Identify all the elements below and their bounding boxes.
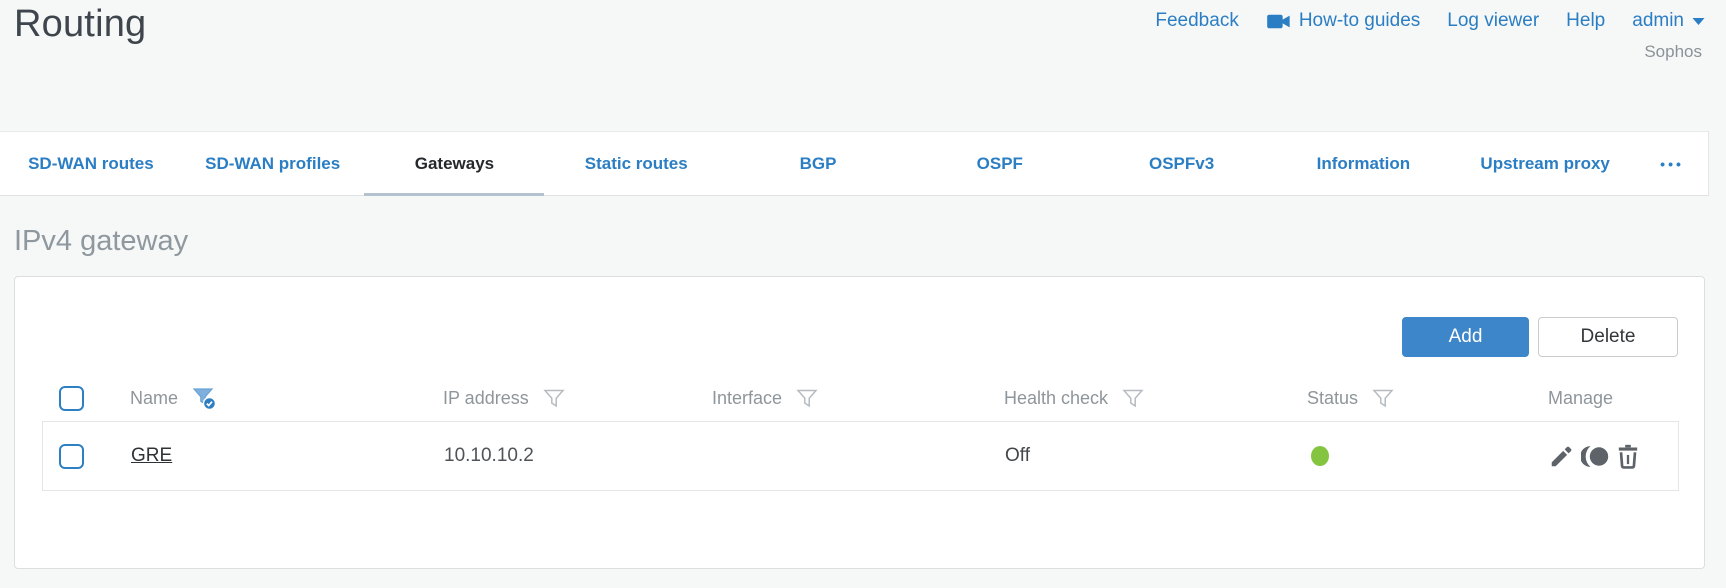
deactivate-icon[interactable] [1581,444,1609,469]
select-all-checkbox[interactable] [59,386,84,411]
tabs-overflow-button[interactable]: ••• [1636,132,1708,195]
manage-cell [1549,444,1678,469]
log-viewer-link[interactable]: Log viewer [1447,10,1539,32]
filter-icon[interactable] [543,389,565,408]
page-title: Routing [14,3,147,45]
delete-button[interactable]: Delete [1538,317,1678,357]
column-header-interface: Interface [712,388,783,408]
tab-ospfv3[interactable]: OSPFv3 [1091,132,1273,195]
table-toolbar: Add Delete [1402,317,1678,357]
tab-ospf[interactable]: OSPF [909,132,1091,195]
feedback-link-label: Feedback [1155,10,1239,31]
filter-active-icon[interactable] [192,387,218,411]
tab-gateways[interactable]: Gateways [364,132,546,195]
add-button[interactable]: Add [1402,317,1529,357]
column-header-status: Status [1307,388,1359,408]
tab-sd-wan-profiles[interactable]: SD-WAN profiles [182,132,364,195]
howto-guides-link[interactable]: How-to guides [1266,10,1420,32]
health-check-cell: Off [1005,445,1030,466]
filter-icon[interactable] [796,389,818,408]
table-header-row: Name IP address Interface Health check S… [42,376,1679,421]
column-header-ip-address: IP address [443,388,529,408]
status-up-indicator [1311,446,1329,466]
feedback-link[interactable]: Feedback [1155,10,1238,32]
howto-guides-link-label: How-to guides [1298,10,1421,31]
edit-icon[interactable] [1549,444,1574,469]
tab-bgp[interactable]: BGP [727,132,909,195]
column-header-name: Name [130,388,179,408]
brand-label: Sophos [1644,42,1702,61]
admin-menu[interactable]: admin [1632,10,1705,32]
row-checkbox[interactable] [59,443,84,469]
gateways-table: Name IP address Interface Health check S… [42,376,1679,491]
help-link[interactable]: Help [1566,10,1605,32]
help-link-label: Help [1566,10,1606,31]
section-title: IPv4 gateway [14,225,189,257]
table-row: GRE 10.10.10.2 Off [42,421,1679,491]
column-header-manage: Manage [1548,388,1614,408]
ip-address-cell: 10.10.10.2 [444,445,534,466]
header-links: Feedback How-to guides Log viewer Help a… [1155,10,1705,32]
column-header-health-check: Health check [1004,388,1109,408]
tab-bar: SD-WAN routes SD-WAN profiles Gateways S… [0,131,1709,196]
tab-information[interactable]: Information [1272,132,1454,195]
tab-sd-wan-routes[interactable]: SD-WAN routes [0,132,182,195]
caret-down-icon [1692,17,1705,26]
log-viewer-link-label: Log viewer [1447,10,1540,31]
tab-static-routes[interactable]: Static routes [545,132,727,195]
delete-row-icon[interactable] [1616,444,1640,469]
admin-menu-label: admin [1632,10,1684,31]
tab-upstream-proxy[interactable]: Upstream proxy [1454,132,1636,195]
ipv4-gateway-panel: Add Delete Name IP address Interface Hea… [14,276,1705,569]
gateway-name-link[interactable]: GRE [131,445,172,466]
filter-icon[interactable] [1372,389,1394,408]
video-camera-icon [1266,13,1291,30]
filter-icon[interactable] [1122,389,1144,408]
